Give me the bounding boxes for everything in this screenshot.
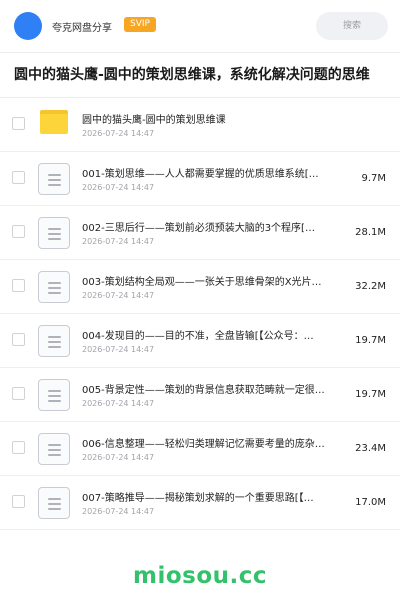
- checkbox[interactable]: [12, 279, 25, 292]
- checkbox[interactable]: [12, 117, 25, 130]
- item-name: 004-发现目的——目的不准，全盘皆输[【公众号：…: [82, 331, 314, 342]
- item-date: 2026-07-24 14:47: [82, 399, 155, 408]
- item-date: 2026-07-24 14:47: [82, 129, 155, 138]
- document-icon: [38, 163, 70, 195]
- search-input[interactable]: 搜索: [316, 12, 388, 40]
- checkbox[interactable]: [12, 495, 25, 508]
- list-item[interactable]: 005-背景定性——策划的背景信息获取范畴就一定很… 2026-07-24 14…: [0, 368, 400, 422]
- list-item[interactable]: 004-发现目的——目的不准，全盘皆输[【公众号：… 2026-07-24 14…: [0, 314, 400, 368]
- document-icon: [38, 433, 70, 465]
- item-name: 005-背景定性——策划的背景信息获取范畴就一定很…: [82, 385, 325, 396]
- header: 夸克网盘分享 SVIP 搜索: [0, 0, 400, 52]
- checkbox[interactable]: [12, 441, 25, 454]
- list-item-folder[interactable]: 圆中的猫头鹰-圆中的策划思维课 2026-07-24 14:47: [0, 98, 400, 152]
- app-name: 夸克网盘分享: [52, 23, 112, 34]
- item-name: 006-信息整理——轻松归类理解记忆需要考量的庞杂…: [82, 439, 325, 450]
- item-date: 2026-07-24 14:47: [82, 237, 155, 246]
- item-size: 17.0M: [355, 497, 386, 508]
- item-date: 2026-07-24 14:47: [82, 291, 155, 300]
- item-size: 28.1M: [355, 227, 386, 238]
- checkbox[interactable]: [12, 387, 25, 400]
- checkbox[interactable]: [12, 333, 25, 346]
- watermark: miosou.cc: [132, 563, 268, 589]
- document-icon: [38, 325, 70, 357]
- checkbox[interactable]: [12, 225, 25, 238]
- item-name: 圆中的猫头鹰-圆中的策划思维课: [82, 115, 226, 126]
- item-date: 2026-07-24 14:47: [82, 453, 155, 462]
- item-name: 002-三思后行——策划前必须预装大脑的3个程序[…: [82, 223, 315, 234]
- svip-badge: SVIP: [124, 17, 156, 32]
- document-icon: [38, 379, 70, 411]
- list-item[interactable]: 007-策略推导——揭秘策划求解的一个重要思路[【… 2026-07-24 14…: [0, 476, 400, 530]
- item-name: 007-策略推导——揭秘策划求解的一个重要思路[【…: [82, 493, 314, 504]
- item-size: 19.7M: [355, 335, 386, 346]
- file-list: 圆中的猫头鹰-圆中的策划思维课 2026-07-24 14:47 001-策划思…: [0, 98, 400, 530]
- item-date: 2026-07-24 14:47: [82, 183, 155, 192]
- document-icon: [38, 487, 70, 519]
- checkbox[interactable]: [12, 171, 25, 184]
- item-name: 003-策划结构全局观——一张关于思维骨架的X光片…: [82, 277, 322, 288]
- item-date: 2026-07-24 14:47: [82, 507, 155, 516]
- document-icon: [38, 217, 70, 249]
- list-item[interactable]: 001-策划思维——人人都需要掌握的优质思维系统[… 2026-07-24 14…: [0, 152, 400, 206]
- item-date: 2026-07-24 14:47: [82, 345, 155, 354]
- list-item[interactable]: 002-三思后行——策划前必须预装大脑的3个程序[… 2026-07-24 14…: [0, 206, 400, 260]
- item-name: 001-策划思维——人人都需要掌握的优质思维系统[…: [82, 169, 319, 180]
- item-size: 19.7M: [355, 389, 386, 400]
- item-size: 23.4M: [355, 443, 386, 454]
- folder-icon: [40, 110, 68, 134]
- list-item[interactable]: 003-策划结构全局观——一张关于思维骨架的X光片… 2026-07-24 14…: [0, 260, 400, 314]
- item-size: 32.2M: [355, 281, 386, 292]
- item-size: 9.7M: [361, 173, 386, 184]
- page-title: 圆中的猫头鹰-圆中的策划思维课，系统化解决问题的思维: [14, 67, 370, 83]
- document-icon: [38, 271, 70, 303]
- list-item[interactable]: 006-信息整理——轻松归类理解记忆需要考量的庞杂… 2026-07-24 14…: [0, 422, 400, 476]
- avatar[interactable]: [14, 12, 42, 40]
